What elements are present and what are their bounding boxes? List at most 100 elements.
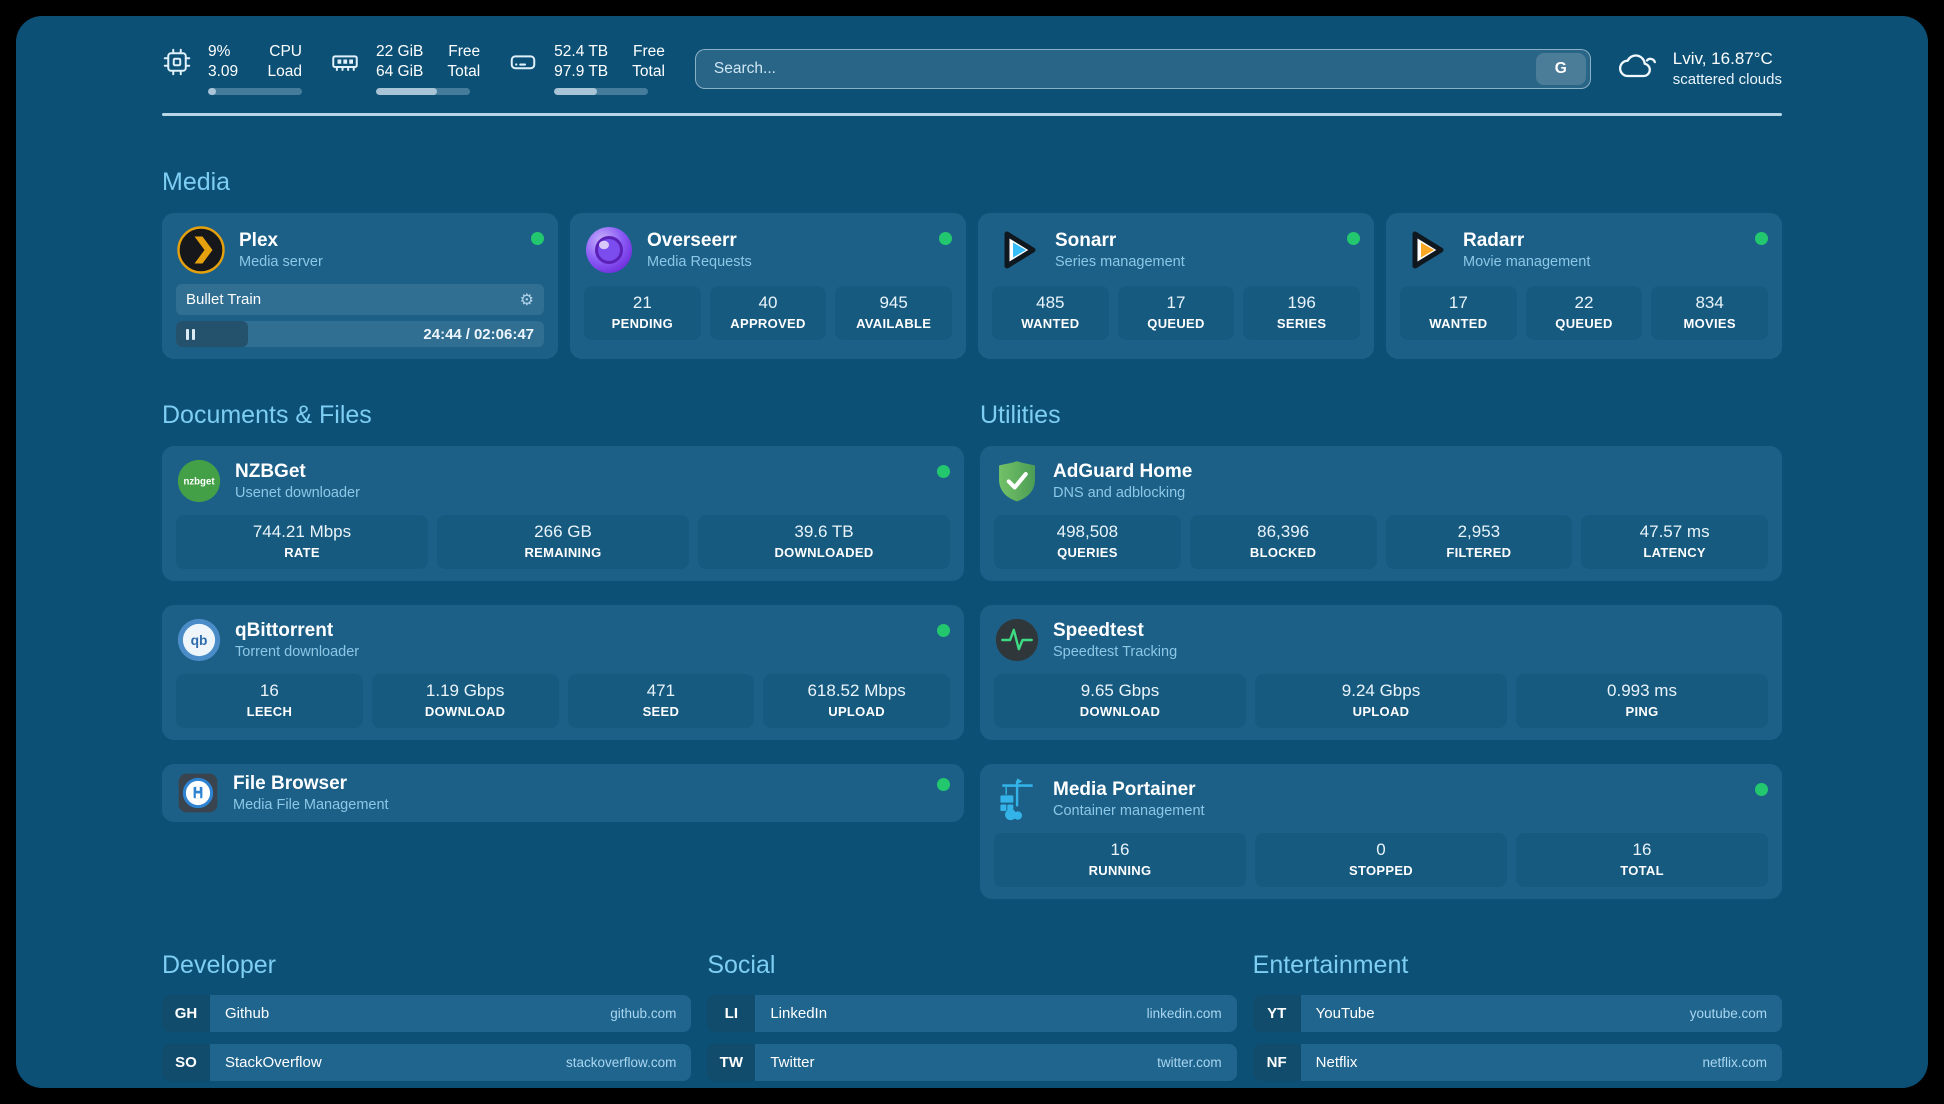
disk-progress-bar <box>554 88 648 95</box>
svg-text:qb: qb <box>191 633 208 648</box>
memory-free-value: 22 GiB <box>376 42 423 62</box>
cpu-load-label: Load <box>265 62 302 82</box>
cpu-usage-value: 9% <box>208 42 241 62</box>
app-name: Media Portainer <box>1053 778 1205 802</box>
app-card-radarr[interactable]: Radarr Movie management 17 WANTED 22 QUE… <box>1386 213 1782 359</box>
bookmark-group-social: Social LI LinkedIn linkedin.com TW Twitt… <box>707 951 1236 1088</box>
stat-tile: 16 TOTAL <box>1516 833 1768 887</box>
search-input[interactable] <box>712 59 1536 79</box>
bookmark-row-twitter[interactable]: TW Twitter twitter.com <box>707 1044 1236 1081</box>
now-playing-row[interactable]: Bullet Train ⚙ <box>176 284 544 315</box>
stat-tile: 1.19 Gbps DOWNLOAD <box>372 674 559 728</box>
bookmark-name: LinkedIn <box>770 1005 827 1022</box>
memory-icon <box>330 47 360 77</box>
system-stat-memory: 22 GiB Free 64 GiB Total <box>330 42 480 95</box>
disk-total-label: Total <box>632 62 665 82</box>
bookmark-name: Twitter <box>770 1054 814 1071</box>
system-stat-cpu: 9% CPU 3.09 Load <box>162 42 302 95</box>
bookmark-row-youtube[interactable]: YT YouTube youtube.com <box>1253 995 1782 1032</box>
status-dot <box>939 232 952 245</box>
weather-location-temp: Lviv, 16.87°C <box>1673 48 1782 70</box>
bookmark-url: github.com <box>610 1006 676 1021</box>
app-description: Speedtest Tracking <box>1053 643 1177 662</box>
bookmark-name: StackOverflow <box>225 1054 322 1071</box>
now-playing-title: Bullet Train <box>186 291 261 308</box>
settings-gear-icon[interactable]: ⚙ <box>520 290 534 310</box>
bookmark-abbr: SO <box>162 1044 210 1081</box>
app-card-filebrowser[interactable]: File Browser Media File Management <box>162 764 964 822</box>
app-card-nzbget[interactable]: nzbget NZBGet Usenet downloader 74 <box>162 446 964 581</box>
app-description: Media File Management <box>233 796 389 815</box>
disk-free-value: 52.4 TB <box>554 42 608 62</box>
bookmark-abbr: LI <box>707 995 755 1032</box>
app-name: AdGuard Home <box>1053 460 1192 484</box>
system-stats: 9% CPU 3.09 Load <box>162 42 665 95</box>
overseerr-icon <box>584 225 634 275</box>
bookmark-name: Netflix <box>1316 1054 1358 1071</box>
stat-tile: 485 WANTED <box>992 286 1109 340</box>
bookmark-abbr: NF <box>1253 1044 1301 1081</box>
cloud-icon <box>1617 50 1659 87</box>
app-card-plex[interactable]: Plex Media server Bullet Train ⚙ <box>162 213 558 359</box>
stat-tile: 16 RUNNING <box>994 833 1246 887</box>
app-description: Media Requests <box>647 253 752 272</box>
status-dot <box>1755 783 1768 796</box>
stat-tile: 471 SEED <box>568 674 755 728</box>
pause-button[interactable] <box>186 329 195 340</box>
bookmark-row-netflix[interactable]: NF Netflix netflix.com <box>1253 1044 1782 1081</box>
bookmark-abbr: GH <box>162 995 210 1032</box>
app-name: Overseerr <box>647 229 752 253</box>
search-engine-button[interactable]: G <box>1536 53 1586 85</box>
status-dot <box>531 232 544 245</box>
status-dot <box>937 778 950 791</box>
radarr-icon <box>1400 225 1450 275</box>
weather-condition: scattered clouds <box>1673 70 1782 90</box>
bookmark-row-github[interactable]: GH Github github.com <box>162 995 691 1032</box>
filebrowser-icon <box>176 771 220 815</box>
app-description: Usenet downloader <box>235 484 360 503</box>
stat-tile: 21 PENDING <box>584 286 701 340</box>
app-description: DNS and adblocking <box>1053 484 1192 503</box>
app-description: Torrent downloader <box>235 643 359 662</box>
top-bar: 9% CPU 3.09 Load <box>162 42 1782 95</box>
bookmark-url: stackoverflow.com <box>566 1055 676 1070</box>
status-dot <box>1347 232 1360 245</box>
disk-icon <box>508 47 538 77</box>
app-description: Movie management <box>1463 253 1590 272</box>
stat-tile: 0 STOPPED <box>1255 833 1507 887</box>
status-dot <box>937 624 950 637</box>
bookmark-row-stackoverflow[interactable]: SO StackOverflow stackoverflow.com <box>162 1044 691 1081</box>
app-card-portainer[interactable]: Media Portainer Container management 16 … <box>980 764 1782 899</box>
nzbget-icon: nzbget <box>176 458 222 504</box>
memory-free-label: Free <box>447 42 480 62</box>
bookmark-name: YouTube <box>1316 1005 1375 1022</box>
stat-tile: 0.993 ms PING <box>1516 674 1768 728</box>
bookmark-name: Github <box>225 1005 269 1022</box>
status-dot <box>937 465 950 478</box>
cpu-label: CPU <box>265 42 302 62</box>
bookmark-row-linkedin[interactable]: LI LinkedIn linkedin.com <box>707 995 1236 1032</box>
section-title-social: Social <box>707 951 1236 980</box>
playback-progress-bar[interactable]: 24:44 / 02:06:47 <box>176 321 544 347</box>
stat-tile: 2,953 FILTERED <box>1386 515 1573 569</box>
memory-total-label: Total <box>447 62 480 82</box>
app-card-sonarr[interactable]: Sonarr Series management 485 WANTED 17 Q… <box>978 213 1374 359</box>
app-description: Series management <box>1055 253 1185 272</box>
disk-free-label: Free <box>632 42 665 62</box>
app-card-overseerr[interactable]: Overseerr Media Requests 21 PENDING 40 A… <box>570 213 966 359</box>
section-title-media: Media <box>162 168 1782 197</box>
app-card-qbittorrent[interactable]: qb qBittorrent Torrent downloader <box>162 605 964 740</box>
app-name: qBittorrent <box>235 619 359 643</box>
bookmark-url: twitter.com <box>1157 1055 1222 1070</box>
disk-total-value: 97.9 TB <box>554 62 608 82</box>
cpu-load-value: 3.09 <box>208 62 241 82</box>
bookmark-abbr: YT <box>1253 995 1301 1032</box>
topbar-divider <box>162 113 1782 116</box>
section-title-developer: Developer <box>162 951 691 980</box>
stat-tile: 22 QUEUED <box>1526 286 1643 340</box>
stat-tile: 86,396 BLOCKED <box>1190 515 1377 569</box>
cpu-progress-bar <box>208 88 302 95</box>
app-card-adguard[interactable]: AdGuard Home DNS and adblocking 498,508 … <box>980 446 1782 581</box>
app-card-speedtest[interactable]: Speedtest Speedtest Tracking 9.65 Gbps D… <box>980 605 1782 740</box>
stat-tile: 9.24 Gbps UPLOAD <box>1255 674 1507 728</box>
